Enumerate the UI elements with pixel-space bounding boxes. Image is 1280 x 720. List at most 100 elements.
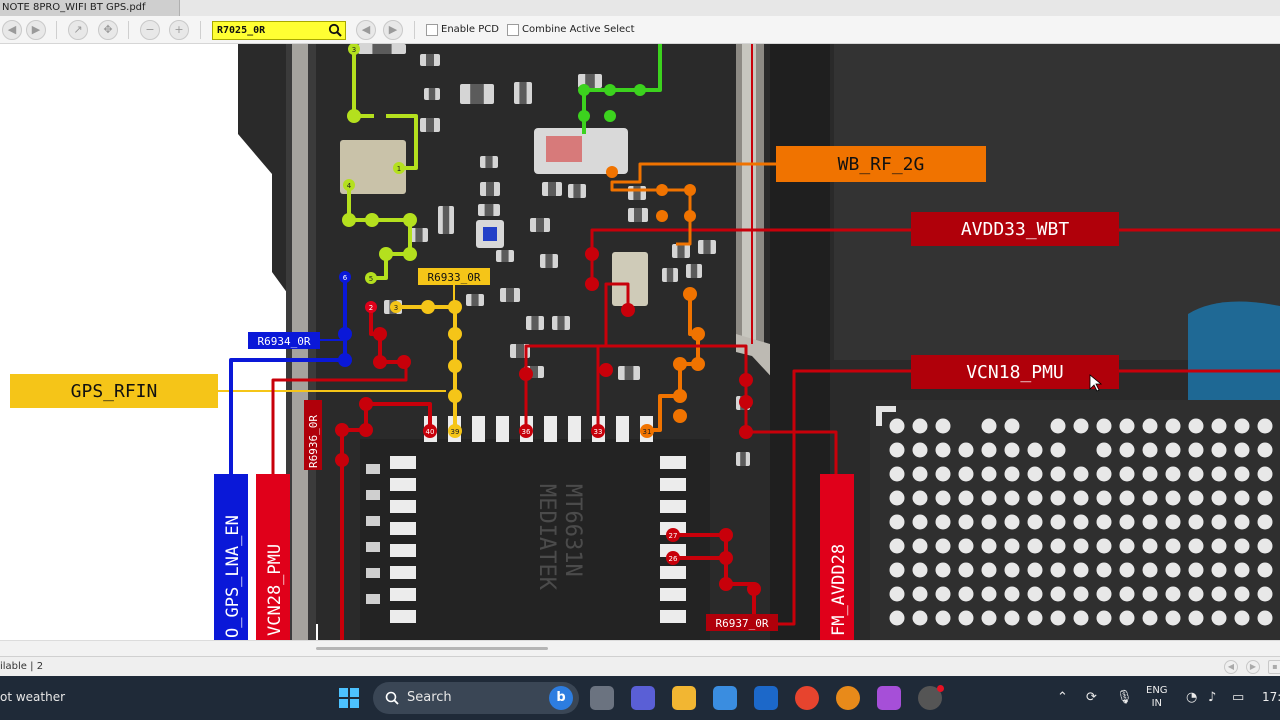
net-label-gps-rfin[interactable]: GPS_RFIN [10, 374, 218, 408]
horizontal-scrollbar[interactable] [0, 640, 1280, 656]
svg-text:R6933_0R: R6933_0R [428, 271, 481, 284]
taskbar-search-icon [385, 691, 399, 705]
app-icon-purple[interactable] [877, 686, 901, 710]
scrollbar-thumb[interactable] [316, 647, 548, 650]
document-tab-strip: NOTE 8PRO_WIFI BT GPS.pdf [0, 0, 1280, 16]
zoom-in-icon[interactable]: + [169, 20, 189, 40]
teams-icon[interactable] [631, 686, 655, 710]
zoom-out-icon[interactable]: − [140, 20, 160, 40]
svg-text:AVDD33_WBT: AVDD33_WBT [961, 219, 1070, 240]
pin-1: 1 [393, 162, 405, 174]
svg-text:WB_RF_2G: WB_RF_2G [838, 154, 925, 175]
combine-active-select-checkbox[interactable] [507, 24, 519, 36]
pin-40: 40 [423, 424, 437, 438]
part-label-r6933[interactable]: R6933_0R [418, 268, 490, 285]
language-indicator[interactable]: ENG IN [1146, 684, 1168, 710]
svg-text:2: 2 [369, 304, 373, 312]
combine-active-select-label: Combine Active Select [522, 24, 635, 35]
pin-39: 39 [448, 424, 462, 438]
pin-36: 36 [519, 424, 533, 438]
document-viewer[interactable]: MEDIATEK MT6631N GPS_RFIN WB_RF_2G AVDD3… [0, 44, 1280, 640]
battery-icon[interactable]: ▭ [1232, 690, 1244, 706]
select-tool-icon[interactable]: ↗ [68, 20, 88, 40]
svg-text:MT6631N: MT6631N [560, 484, 585, 577]
enable-pcd-label: Enable PCD [441, 24, 499, 35]
net-label-avdd33-wbt[interactable]: AVDD33_WBT [911, 212, 1119, 246]
defender-icon[interactable] [754, 686, 778, 710]
net-label-vcn18-pmu[interactable]: VCN18_PMU [911, 355, 1119, 389]
pan-tool-icon[interactable]: ✥ [98, 20, 118, 40]
part-label-r6934[interactable]: R6934_0R [248, 332, 320, 349]
svg-text:3: 3 [394, 304, 398, 312]
taskbar-search-box[interactable]: Search b [373, 682, 579, 714]
toolbar: ◀ ▶ ↗ ✥ − + R7025_0R ◀ ▶ Enable PCD Comb… [0, 16, 1280, 44]
document-tab[interactable]: NOTE 8PRO_WIFI BT GPS.pdf [0, 0, 180, 16]
pcb-board-view[interactable]: MEDIATEK MT6631N GPS_RFIN WB_RF_2G AVDD3… [0, 44, 1280, 640]
svg-text:MEDIATEK: MEDIATEK [534, 484, 559, 591]
windows-start-icon[interactable] [338, 687, 360, 709]
windows-taskbar: ot weather Search b ⌃ ⟳ 🎙 ENG IN ◔ ♪ ▭ 1… [0, 676, 1280, 720]
pin-26: 26 [666, 551, 680, 565]
notification-dot [937, 685, 944, 692]
toolbar-separator [128, 21, 129, 39]
next-result-icon[interactable]: ▶ [383, 20, 403, 40]
toolbar-separator [56, 21, 57, 39]
file-explorer-icon[interactable] [672, 686, 696, 710]
net-label-wb-rf-2g[interactable]: WB_RF_2G [776, 146, 986, 182]
pin-6: 6 [339, 271, 351, 283]
svg-text:GPS_RFIN: GPS_RFIN [71, 381, 158, 402]
svg-text:1: 1 [397, 165, 401, 173]
show-hidden-icons-icon[interactable]: ⌃ [1057, 690, 1068, 706]
pin-4: 4 [343, 179, 355, 191]
status-next-icon[interactable]: ▶ [1246, 660, 1260, 674]
svg-text:36: 36 [522, 428, 531, 436]
pin-31: 31 [640, 424, 654, 438]
svg-text:O_GPS_LNA_EN: O_GPS_LNA_EN [223, 515, 243, 638]
svg-text:R6936_0R: R6936_0R [307, 415, 320, 468]
search-icon[interactable] [328, 23, 342, 37]
svg-text:FM_AVDD28: FM_AVDD28 [829, 544, 849, 636]
search-input[interactable]: R7025_0R [212, 21, 346, 40]
status-bar: ilable | 2 ◀ ▶ ▪ [0, 656, 1280, 676]
microphone-icon[interactable]: 🎙 [1116, 690, 1133, 706]
clock[interactable]: 17: [1262, 690, 1280, 704]
wifi-icon[interactable]: ◔ [1186, 690, 1197, 706]
app-icon-orange[interactable] [836, 686, 860, 710]
toolbar-separator [414, 21, 415, 39]
search-input-value: R7025_0R [217, 25, 266, 36]
net-label-vcn28-pmu[interactable]: VCN28_PMU [256, 474, 290, 640]
bing-icon[interactable]: b [549, 686, 573, 710]
status-prev-icon[interactable]: ◀ [1224, 660, 1238, 674]
svg-text:3: 3 [352, 46, 356, 54]
status-grip-icon[interactable]: ▪ [1268, 660, 1280, 674]
microsoft-store-icon[interactable] [713, 686, 737, 710]
enable-pcd-checkbox[interactable] [426, 24, 438, 36]
volume-icon[interactable]: ♪ [1208, 690, 1216, 706]
svg-text:26: 26 [669, 555, 678, 563]
status-text: ilable | 2 [0, 661, 44, 672]
svg-text:39: 39 [451, 428, 460, 436]
part-label-r6937[interactable]: R6937_0R [706, 614, 778, 631]
weather-widget[interactable]: ot weather [0, 690, 65, 704]
svg-text:4: 4 [347, 182, 352, 190]
svg-text:40: 40 [426, 428, 435, 436]
previous-result-icon[interactable]: ◀ [356, 20, 376, 40]
svg-text:33: 33 [594, 428, 603, 436]
back-icon[interactable]: ◀ [2, 20, 22, 40]
net-label-fm-avdd28[interactable]: FM_AVDD28 [820, 474, 854, 640]
sync-icon[interactable]: ⟳ [1086, 690, 1097, 706]
svg-text:VCN18_PMU: VCN18_PMU [966, 362, 1064, 383]
pin-27: 27 [666, 528, 680, 542]
chrome-icon[interactable] [795, 686, 819, 710]
part-label-r6936[interactable]: R6936_0R [304, 400, 322, 470]
pin-33: 33 [591, 424, 605, 438]
svg-text:31: 31 [643, 428, 652, 436]
svg-text:6: 6 [343, 274, 348, 282]
net-label-gps-lna-en[interactable]: O_GPS_LNA_EN [214, 474, 248, 640]
task-view-icon[interactable] [590, 686, 614, 710]
pin-3b: 3 [390, 301, 402, 313]
forward-icon[interactable]: ▶ [26, 20, 46, 40]
svg-text:R6937_0R: R6937_0R [716, 617, 769, 630]
svg-text:5: 5 [369, 275, 373, 283]
toolbar-separator [200, 21, 201, 39]
